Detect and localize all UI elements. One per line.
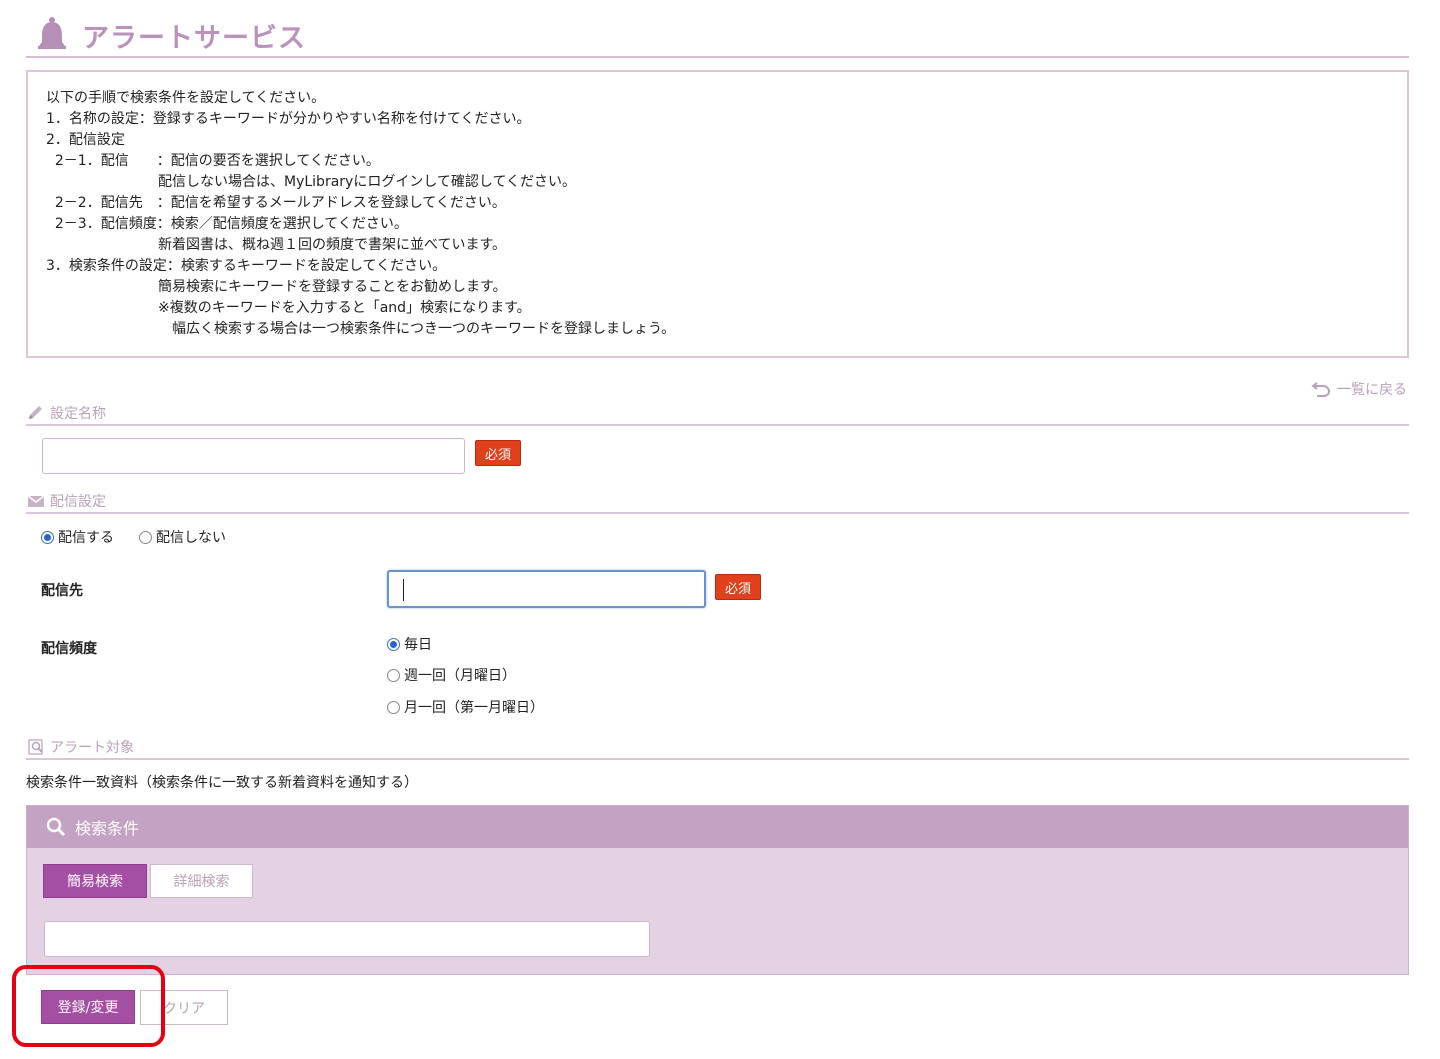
instruction-line: 簡易検索にキーワードを登録することをお勧めします。	[46, 279, 507, 295]
frequency-monthly-label: 月一回（第一月曜日）	[404, 700, 544, 716]
instruction-line: 2－1．配信 ：配信の要否を選択してください。	[46, 153, 380, 169]
page-header: アラートサービス	[26, 10, 1409, 58]
back-to-list-link[interactable]: 一覧に戻る	[1311, 379, 1407, 399]
tab-advanced-search[interactable]: 詳細検索	[150, 864, 253, 898]
bell-icon	[38, 17, 66, 49]
radio-unchecked	[139, 530, 152, 544]
text-caret	[403, 579, 404, 601]
section-delivery-heading: 配信設定	[26, 490, 1409, 514]
instruction-line: 1．名称の設定：登録するキーワードが分かりやすい名称を付けてください。	[46, 111, 531, 127]
instruction-line: 新着図書は、概ね週１回の頻度で書架に並べています。	[46, 237, 507, 253]
search-panel-title: 検索条件	[75, 819, 140, 838]
instruction-line: 2－2．配信先 ：配信を希望するメールアドレスを登録してください。	[46, 195, 506, 211]
instruction-line: 2－3．配信頻度：検索／配信頻度を選択してください。	[46, 216, 408, 232]
page-title: アラートサービス	[82, 23, 306, 54]
deliver-no-radio[interactable]: 配信しない	[139, 527, 226, 547]
search-icon	[46, 817, 66, 837]
deliver-yes-radio[interactable]: 配信する	[41, 527, 114, 547]
search-document-icon	[28, 739, 43, 755]
radio-checked	[387, 637, 400, 651]
section-name-heading: 設定名称	[26, 402, 1409, 426]
radio-unchecked	[387, 668, 400, 682]
radio-unchecked	[387, 700, 400, 714]
section-alert-heading: アラート対象	[26, 736, 1409, 760]
required-badge: 必須	[715, 574, 761, 600]
instruction-line: 配信しない場合は、MyLibraryにログインして確認してください。	[46, 174, 577, 190]
clear-button[interactable]: クリア	[140, 990, 228, 1025]
deliver-yes-label: 配信する	[58, 530, 114, 546]
destination-label: 配信先	[41, 583, 83, 599]
mail-icon	[27, 495, 45, 507]
required-badge: 必須	[475, 440, 521, 466]
register-button[interactable]: 登録/変更	[41, 990, 135, 1024]
pencil-icon	[29, 406, 42, 419]
alert-target-description: 検索条件一致資料（検索条件に一致する新着資料を通知する）	[26, 775, 418, 791]
return-arrow-icon	[1311, 382, 1331, 397]
instruction-line: 3．検索条件の設定：検索するキーワードを設定してください。	[46, 258, 447, 274]
search-conditions-panel: 検索条件 簡易検索 詳細検索	[26, 805, 1409, 975]
tab-simple-search[interactable]: 簡易検索	[43, 864, 147, 898]
keyword-input[interactable]	[44, 921, 650, 957]
frequency-weekly-label: 週一回（月曜日）	[404, 668, 516, 684]
instruction-line: 2．配信設定	[46, 132, 125, 148]
instruction-line: 以下の手順で検索条件を設定してください。	[46, 90, 326, 106]
frequency-monthly-radio[interactable]: 月一回（第一月曜日）	[387, 697, 544, 717]
frequency-label: 配信頻度	[41, 641, 97, 657]
instructions-box: 以下の手順で検索条件を設定してください。 1．名称の設定：登録するキーワードが分…	[26, 70, 1409, 358]
section-alert-title: アラート対象	[50, 740, 134, 756]
section-name-title: 設定名称	[50, 406, 106, 422]
frequency-weekly-radio[interactable]: 週一回（月曜日）	[387, 665, 516, 685]
instruction-line: ※複数のキーワードを入力すると「and」検索になります。	[46, 300, 531, 316]
frequency-daily-label: 毎日	[404, 637, 432, 653]
deliver-no-label: 配信しない	[156, 530, 226, 546]
radio-checked	[41, 530, 54, 544]
setting-name-input[interactable]	[42, 438, 465, 474]
search-panel-header: 検索条件	[27, 806, 1408, 848]
frequency-daily-radio[interactable]: 毎日	[387, 634, 432, 654]
instruction-line: 幅広く検索する場合は一つ検索条件につき一つのキーワードを登録しましょう。	[46, 321, 676, 337]
section-delivery-title: 配信設定	[50, 494, 106, 510]
destination-email-input[interactable]	[387, 570, 706, 608]
back-link-label: 一覧に戻る	[1337, 382, 1407, 398]
